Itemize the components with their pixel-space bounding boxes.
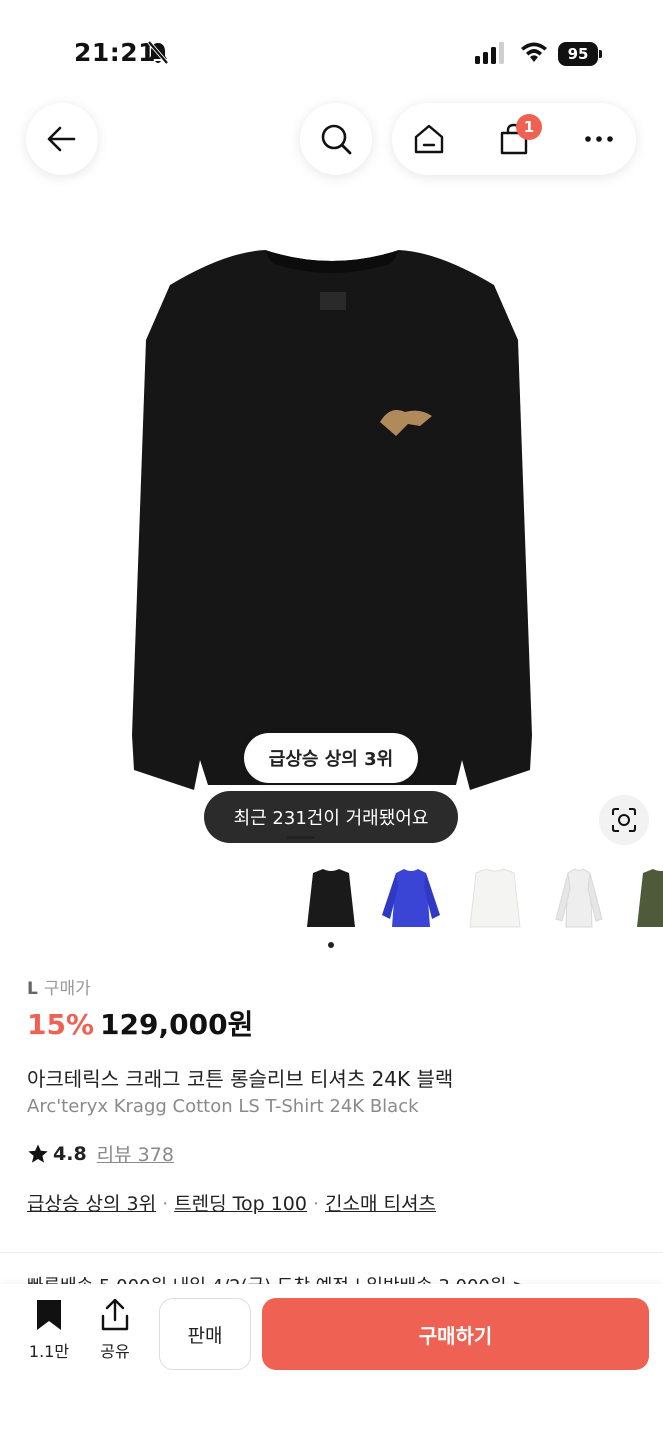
thumbnail-white-longsleeve[interactable] xyxy=(544,860,614,940)
share-label: 공유 xyxy=(100,1342,130,1361)
home-button[interactable] xyxy=(394,103,464,175)
status-time: 21:21 xyxy=(74,38,157,67)
battery-indicator: 95 xyxy=(558,42,602,66)
status-bar: 21:21 95 xyxy=(0,0,663,100)
product-name-korean: 아크테릭스 크래그 코튼 롱슬리브 티셔츠 24K 블랙 xyxy=(27,1067,454,1091)
rank-chip[interactable]: 급상승 상의 3위 xyxy=(244,733,418,783)
tag-link[interactable]: 트렌딩 Top 100 xyxy=(174,1193,307,1215)
price-value: 129,000원 xyxy=(100,1008,254,1041)
thumbnail-black[interactable] xyxy=(296,860,366,940)
star-icon xyxy=(28,1144,48,1163)
color-thumbnails xyxy=(296,860,663,940)
image-progress-indicator xyxy=(287,836,315,839)
lens-scan-icon xyxy=(612,808,636,832)
sell-button[interactable]: 판매 xyxy=(159,1298,251,1370)
search-button[interactable] xyxy=(300,103,372,175)
shirt-thumbnail xyxy=(637,869,663,927)
bookmark-icon xyxy=(37,1300,61,1330)
back-button[interactable] xyxy=(26,103,98,175)
home-icon xyxy=(414,124,444,154)
bookmark-button[interactable]: 1.1만 xyxy=(24,1298,74,1362)
buy-button[interactable]: 구매하기 xyxy=(262,1298,649,1370)
more-horizontal-icon xyxy=(585,136,613,142)
wifi-icon xyxy=(521,42,547,62)
bell-muted-icon xyxy=(147,40,169,65)
tag-row: 급상승 상의 3위 · 트렌딩 Top 100 · 긴소매 티셔츠 xyxy=(27,1193,436,1215)
more-button[interactable] xyxy=(564,103,634,175)
selected-size: L xyxy=(27,979,38,999)
arrow-left-icon xyxy=(47,126,76,152)
cart-button[interactable] xyxy=(479,103,549,175)
shirt-thumbnail xyxy=(382,869,440,927)
trade-count-chip[interactable]: 최근 231건이 거래됐어요 xyxy=(204,791,458,843)
thumbnail-white[interactable] xyxy=(460,860,530,940)
divider xyxy=(0,1252,663,1253)
header-actions xyxy=(392,103,636,175)
rating-value: 4.8 xyxy=(53,1142,87,1165)
shirt-thumbnail xyxy=(555,868,603,928)
share-icon xyxy=(101,1298,129,1331)
thumbnail-blue[interactable] xyxy=(376,860,446,940)
image-search-button[interactable] xyxy=(599,795,649,845)
price-label: 구매가 xyxy=(43,979,91,999)
battery-level: 95 xyxy=(558,42,598,66)
discount-rate: 15% xyxy=(27,1008,95,1041)
tag-link[interactable]: 긴소매 티셔츠 xyxy=(325,1193,436,1215)
product-name-english: Arc'teryx Kragg Cotton LS T-Shirt 24K Bl… xyxy=(27,1096,419,1117)
thumbnail-selected-dot xyxy=(328,942,334,948)
search-icon xyxy=(321,124,352,155)
bookmark-count: 1.1만 xyxy=(28,1342,70,1361)
cart-count-badge: 1 xyxy=(516,114,542,140)
review-link[interactable]: 리뷰 378 xyxy=(97,1140,174,1167)
thumbnail-olive[interactable] xyxy=(626,860,663,940)
size-price-label: L 구매가 xyxy=(27,974,91,999)
tag-link[interactable]: 급상승 상의 3위 xyxy=(27,1193,156,1215)
cellular-signal-icon xyxy=(475,42,504,64)
share-button[interactable]: 공유 xyxy=(90,1298,140,1362)
rating-row: 4.8 리뷰 378 xyxy=(27,1140,174,1167)
shirt-thumbnail xyxy=(307,869,355,927)
price: 15% 129,000원 xyxy=(27,1003,253,1043)
shirt-thumbnail xyxy=(469,868,521,928)
